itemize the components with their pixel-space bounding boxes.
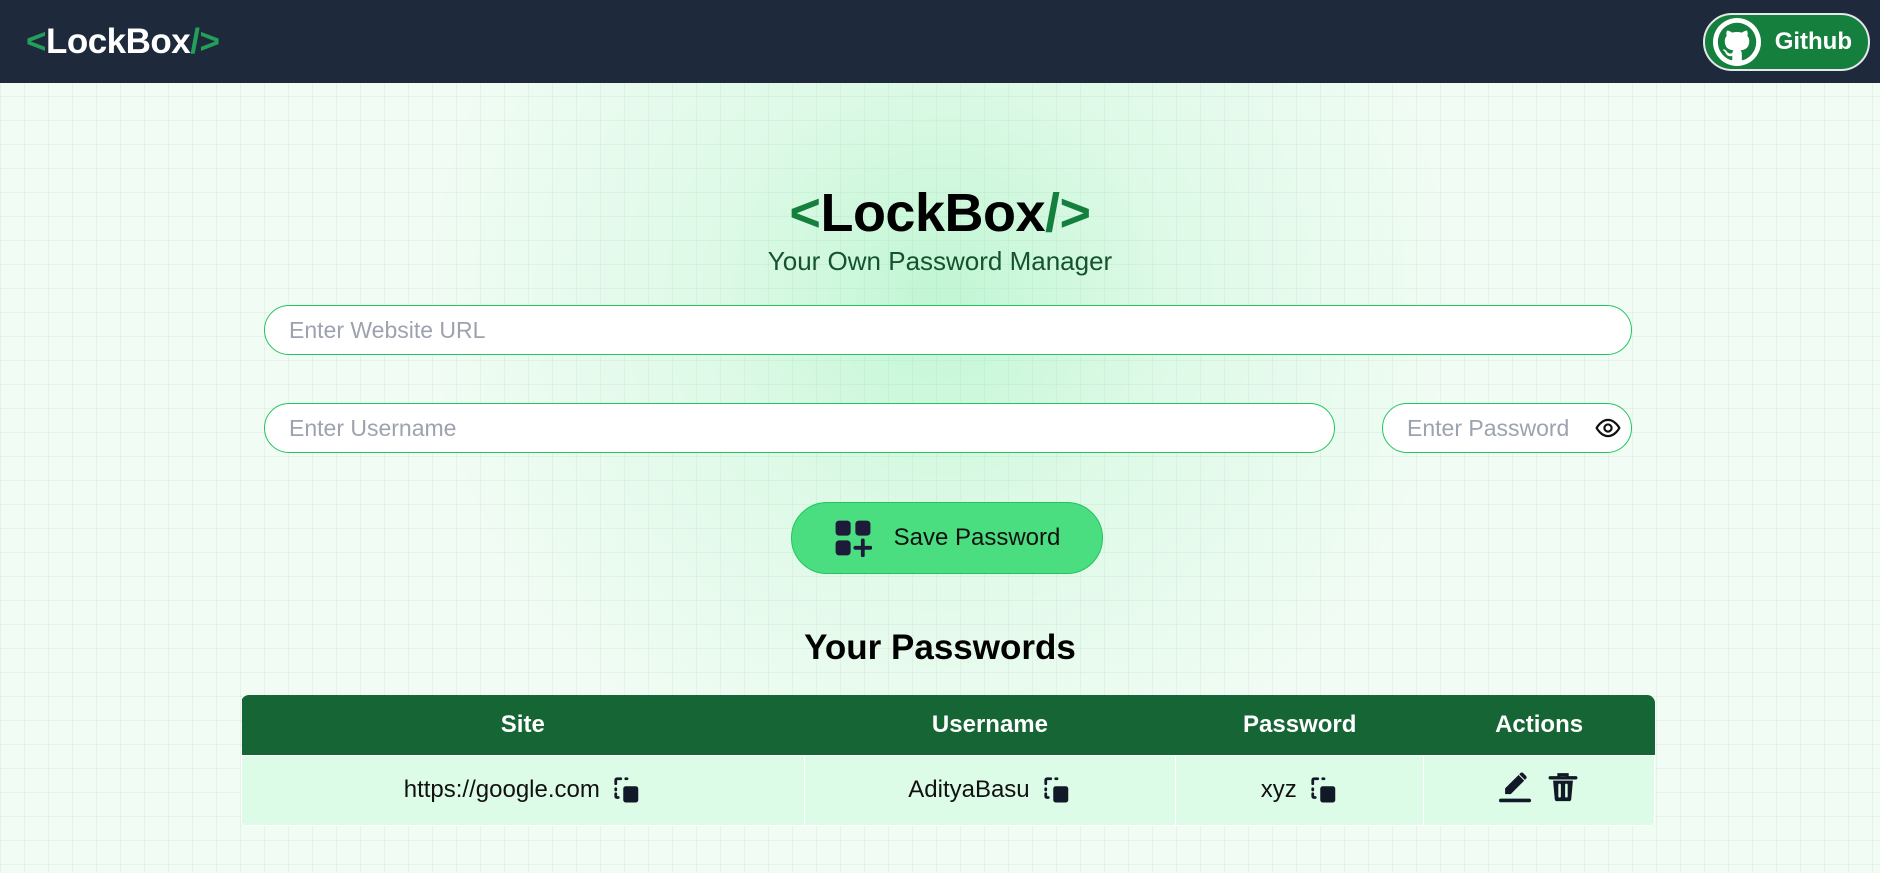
save-password-button[interactable]: Save Password bbox=[791, 502, 1103, 574]
password-cell: xyz bbox=[1175, 754, 1425, 826]
title-close-bracket: > bbox=[1059, 183, 1092, 243]
github-label: Github bbox=[1774, 28, 1852, 55]
github-icon bbox=[1712, 18, 1761, 66]
save-password-label: Save Password bbox=[893, 524, 1061, 551]
copy-icon[interactable] bbox=[1042, 775, 1072, 805]
site-value[interactable]: https://google.com bbox=[404, 776, 600, 804]
brand-name: LockBox bbox=[45, 21, 191, 61]
table-header-row: Site Username Password Actions bbox=[241, 695, 1655, 755]
edit-icon[interactable] bbox=[1498, 770, 1532, 804]
passwords-table: Site Username Password Actions https://g… bbox=[241, 695, 1655, 826]
trash-icon[interactable] bbox=[1546, 770, 1580, 804]
title-open-bracket: < bbox=[789, 183, 821, 243]
column-header-site: Site bbox=[500, 710, 545, 738]
page-title: <LockBox/> bbox=[0, 180, 1880, 246]
column-header-password: Password bbox=[1243, 710, 1357, 738]
password-field bbox=[1382, 403, 1632, 453]
title-slash: / bbox=[1045, 183, 1060, 243]
username-input[interactable] bbox=[264, 403, 1335, 453]
username-cell: AdityaBasu bbox=[803, 754, 1177, 826]
brand-close-bracket: > bbox=[199, 21, 220, 61]
passwords-section-title: Your Passwords bbox=[804, 628, 1076, 667]
actions-cell bbox=[1423, 754, 1655, 826]
brand-slash: / bbox=[190, 21, 200, 61]
password-value: xyz bbox=[1260, 776, 1297, 803]
navbar: <LockBox/> Github bbox=[0, 0, 1880, 83]
add-grid-icon bbox=[835, 520, 872, 557]
username-value: AdityaBasu bbox=[908, 776, 1030, 803]
page-subtitle: Your Own Password Manager bbox=[767, 246, 1113, 276]
site-cell: https://google.com bbox=[241, 754, 805, 826]
github-button[interactable]: Github bbox=[1702, 13, 1870, 71]
brand-open-bracket: < bbox=[26, 21, 46, 61]
column-header-actions: Actions bbox=[1495, 710, 1584, 738]
title-name: LockBox bbox=[820, 183, 1046, 243]
table-row: https://google.com AdityaBasu xyz bbox=[241, 754, 1655, 826]
brand-logo[interactable]: <LockBox/> bbox=[26, 21, 220, 62]
column-header-username: Username bbox=[931, 710, 1048, 738]
website-url-input[interactable] bbox=[264, 305, 1632, 355]
copy-icon[interactable] bbox=[1309, 775, 1339, 805]
eye-icon[interactable] bbox=[1594, 415, 1622, 441]
copy-icon[interactable] bbox=[612, 775, 642, 805]
